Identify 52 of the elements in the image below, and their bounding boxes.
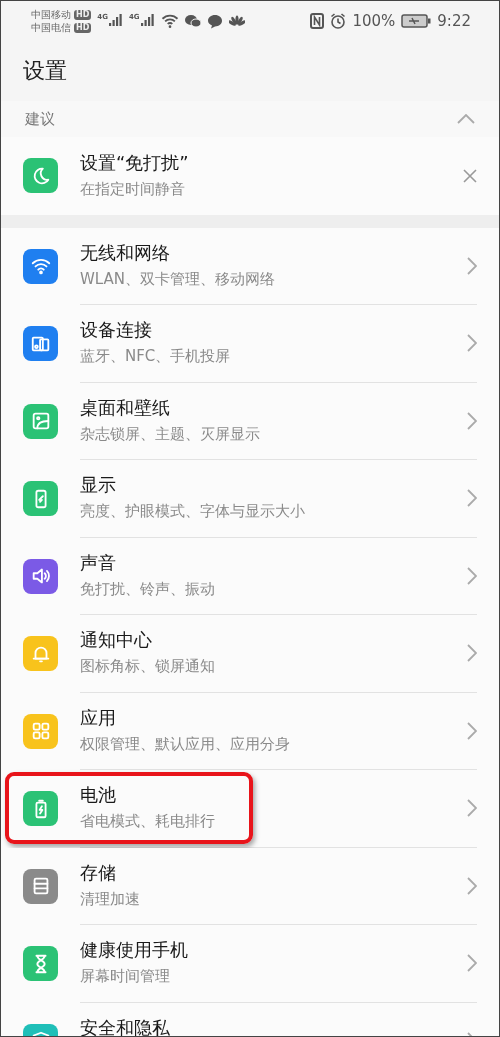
chevron-right-icon (467, 954, 477, 973)
item-title: 健康使用手机 (80, 938, 189, 963)
item-title: 显示 (80, 473, 117, 498)
item-title: 存储 (80, 860, 117, 885)
item-subtitle: 在指定时间静音 (80, 179, 186, 199)
chevron-right-icon (467, 566, 477, 585)
chevron-right-icon (467, 799, 477, 818)
signal-icon (140, 14, 155, 28)
chevron-up-icon[interactable] (457, 114, 475, 124)
item-subtitle: 蓝牙、NFC、手机投屏 (80, 347, 232, 367)
item-subtitle: 屏幕时间管理 (80, 967, 171, 987)
item-subtitle: 清理加速 (80, 889, 141, 909)
alarm-clock-icon (330, 13, 347, 29)
close-icon[interactable] (463, 168, 477, 183)
carrier-name: 中国移动 (31, 9, 71, 20)
chevron-right-icon (467, 334, 477, 353)
chevron-right-icon (467, 721, 477, 740)
item-title: 通知中心 (80, 628, 153, 653)
item-title: 安全和隐私 (80, 1016, 171, 1036)
wifi-icon (160, 13, 179, 29)
item-title: 无线和网络 (80, 240, 171, 265)
battery-icon (401, 14, 432, 28)
carrier-name: 中国电信 (31, 22, 71, 33)
section-label: 建议 (25, 109, 55, 129)
signal-icon (108, 14, 123, 28)
chat-bubbles-icon (184, 14, 201, 28)
item-subtitle: 省电模式、耗电排行 (80, 812, 216, 832)
item-subtitle: 图标角标、锁屏通知 (80, 657, 216, 677)
chevron-right-icon (467, 489, 477, 508)
page-title: 设置 (23, 57, 67, 85)
hd-badge: HD (74, 9, 92, 20)
item-subtitle: WLAN、双卡管理、移动网络 (80, 269, 276, 289)
battery-percent: 100% (352, 12, 396, 30)
item-title: 设置“免打扰” (80, 150, 190, 175)
item-subtitle: 权限管理、默认应用、应用分身 (80, 734, 291, 754)
hd-badge: HD (74, 22, 92, 33)
speech-bubble-icon (206, 13, 223, 29)
item-title: 电池 (80, 783, 117, 808)
nfc-icon (310, 13, 325, 29)
item-title: 声音 (80, 550, 117, 575)
clock-time: 9:22 (437, 12, 471, 30)
item-title: 桌面和壁纸 (80, 395, 171, 420)
chevron-right-icon (467, 411, 477, 430)
item-title: 应用 (80, 705, 117, 730)
chevron-right-icon (467, 256, 477, 275)
item-subtitle: 杂志锁屏、主题、灭屏显示 (80, 424, 261, 444)
chevron-right-icon (467, 876, 477, 895)
chevron-right-icon (467, 644, 477, 663)
item-subtitle: 免打扰、铃声、振动 (80, 579, 216, 599)
flower-icon (228, 15, 245, 27)
item-title: 设备连接 (80, 318, 153, 343)
item-subtitle: 亮度、护眼模式、字体与显示大小 (80, 502, 306, 522)
